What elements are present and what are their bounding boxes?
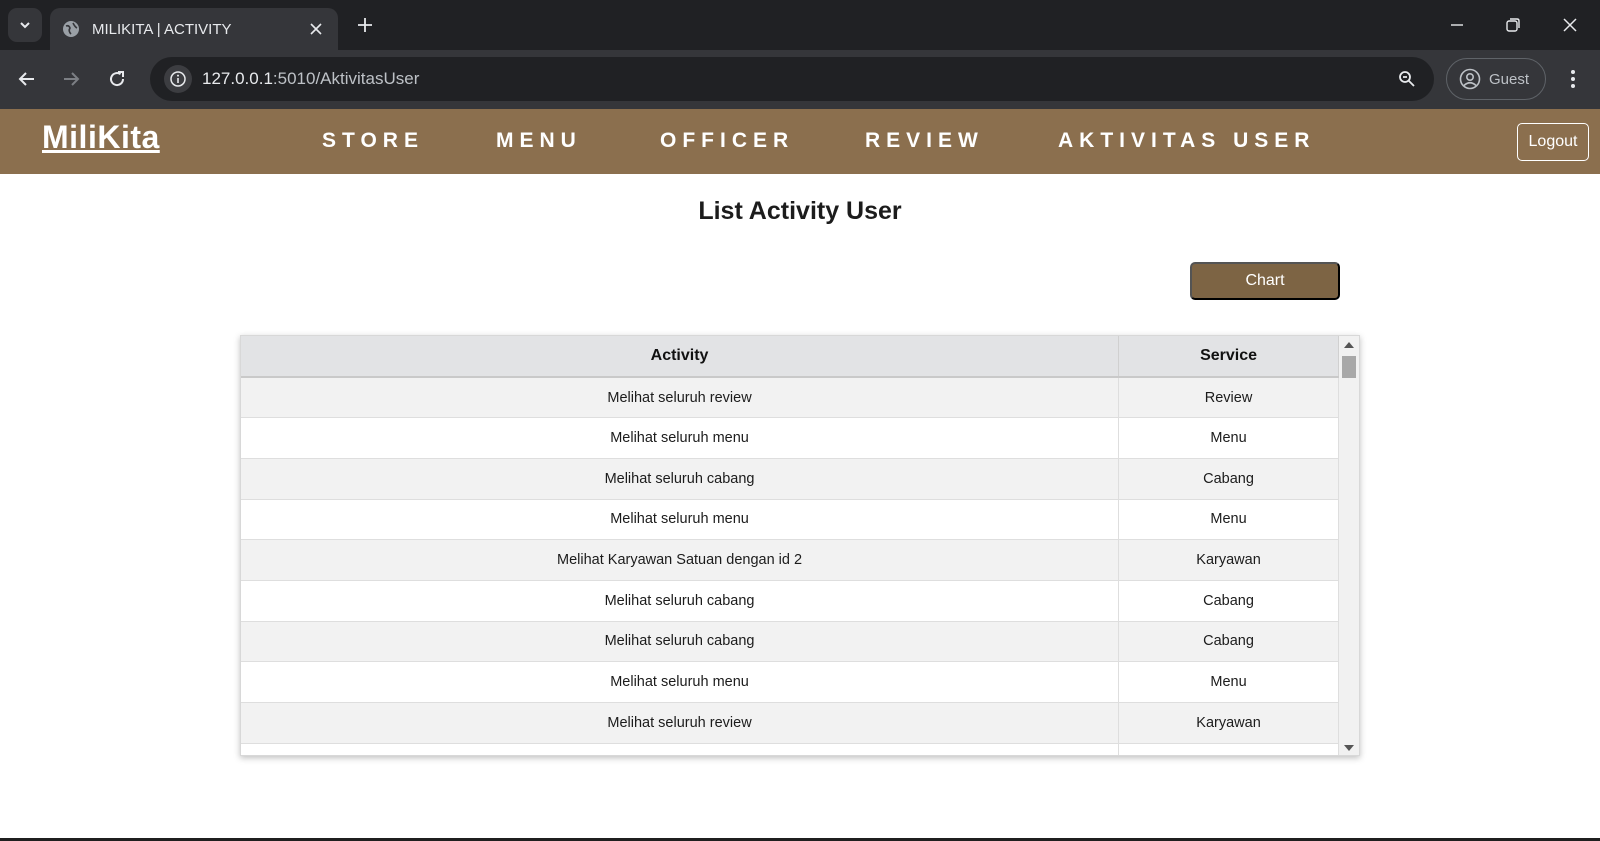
minimize-icon[interactable]	[1442, 10, 1472, 40]
nav-link-menu[interactable]: MENU	[496, 129, 582, 153]
activity-cell: Melihat Karyawan Satuan dengan id 2	[241, 539, 1120, 581]
new-tab-icon[interactable]	[352, 12, 378, 38]
activity-cell: Melihat seluruh review	[241, 702, 1120, 744]
service-cell: Cabang	[1118, 458, 1339, 500]
globe-icon	[62, 20, 80, 38]
reload-icon[interactable]	[102, 64, 132, 94]
profile-button[interactable]: Guest	[1446, 58, 1546, 100]
tab-title: MILIKITA | ACTIVITY	[92, 20, 232, 38]
service-cell: Cabang	[1118, 580, 1339, 622]
close-tab-icon[interactable]	[306, 19, 326, 39]
activity-table-container[interactable]: Activity Service Melihat seluruh review R…	[240, 335, 1360, 756]
table-row: Melihat seluruh cabang Cabang	[241, 458, 1339, 500]
activity-cell: Melihat seluruh cabang	[241, 458, 1120, 500]
activity-cell: Melihat seluruh menu	[241, 743, 1120, 755]
activity-cell: Melihat seluruh cabang	[241, 580, 1120, 622]
table-row: Melihat seluruh review Karyawan	[241, 702, 1339, 744]
profile-icon	[1459, 68, 1481, 90]
url-text: 127.0.0.1:5010/AktivitasUser	[202, 69, 1394, 89]
table-row: Melihat seluruh cabang Cabang	[241, 580, 1339, 622]
table-row: Melihat seluruh menuMenu	[241, 743, 1339, 755]
nav-link-review[interactable]: REVIEW	[865, 129, 984, 153]
service-cell: Karyawan	[1118, 702, 1339, 744]
activity-cell: Melihat seluruh menu	[241, 499, 1120, 541]
table-row: Melihat seluruh menuMenu	[241, 417, 1339, 459]
zoom-icon[interactable]	[1394, 66, 1420, 92]
activity-cell: Melihat seluruh review	[241, 377, 1120, 419]
service-cell: Menu	[1118, 417, 1339, 459]
scroll-thumb[interactable]	[1342, 356, 1356, 378]
restore-icon[interactable]	[1498, 10, 1528, 40]
table-header-row: Activity Service	[241, 336, 1339, 378]
table-scrollbar[interactable]	[1339, 336, 1359, 755]
service-cell: Karyawan	[1118, 539, 1339, 581]
address-bar[interactable]: 127.0.0.1:5010/AktivitasUser	[150, 57, 1434, 101]
forward-icon[interactable]	[56, 64, 86, 94]
nav-link-aktivitas-user[interactable]: AKTIVITAS USER	[1058, 129, 1315, 153]
site-info-icon[interactable]	[164, 65, 192, 93]
service-cell: Menu	[1118, 661, 1339, 703]
table-row: Melihat Karyawan Satuan dengan id 2 Karya…	[241, 539, 1339, 581]
chart-button[interactable]: Chart	[1190, 262, 1340, 300]
web-page: MiliKita STORE MENU OFFICER REVIEW AKTIV…	[0, 109, 1600, 841]
profile-label: Guest	[1489, 70, 1530, 88]
page-title: List Activity User	[698, 197, 902, 225]
activity-table-scroll: Activity Service Melihat seluruh review R…	[241, 336, 1339, 755]
scroll-down-arrow-icon[interactable]	[1344, 745, 1354, 751]
nav-link-store[interactable]: STORE	[322, 129, 424, 153]
activity-cell: Melihat seluruh cabang	[241, 621, 1120, 663]
table-row: Melihat seluruh menuMenu	[241, 499, 1339, 541]
browser-tab[interactable]: MILIKITA | ACTIVITY	[50, 8, 338, 50]
table-row: Melihat seluruh menuMenu	[241, 661, 1339, 703]
column-header-activity: Activity	[241, 336, 1120, 378]
service-cell: Menu	[1118, 499, 1339, 541]
service-cell: Review	[1118, 377, 1339, 419]
scroll-up-arrow-icon[interactable]	[1344, 342, 1354, 348]
activity-cell: Melihat seluruh menu	[241, 661, 1120, 703]
browser-tab-strip: MILIKITA | ACTIVITY	[0, 0, 1600, 50]
table-row: Melihat seluruh cabang Cabang	[241, 621, 1339, 663]
column-header-service: Service	[1118, 336, 1339, 378]
back-icon[interactable]	[12, 64, 42, 94]
browser-toolbar: 127.0.0.1:5010/AktivitasUser Guest	[0, 50, 1600, 109]
nav-link-officer[interactable]: OFFICER	[660, 129, 794, 153]
service-cell: Menu	[1118, 743, 1339, 755]
url-path: :5010/AktivitasUser	[272, 69, 420, 88]
close-window-icon[interactable]	[1555, 10, 1585, 40]
logout-button[interactable]: Logout	[1517, 123, 1589, 161]
activity-cell: Melihat seluruh menu	[241, 417, 1120, 459]
table-row: Melihat seluruh review Review	[241, 377, 1339, 419]
menu-kebab-icon[interactable]	[1558, 64, 1588, 94]
url-host: 127.0.0.1	[202, 69, 273, 88]
brand-logo[interactable]: MiliKita	[42, 119, 160, 156]
tab-list-icon[interactable]	[8, 8, 42, 42]
site-navbar: MiliKita STORE MENU OFFICER REVIEW AKTIV…	[0, 109, 1600, 174]
activity-table: Activity Service Melihat seluruh review R…	[241, 336, 1339, 755]
service-cell: Cabang	[1118, 621, 1339, 663]
